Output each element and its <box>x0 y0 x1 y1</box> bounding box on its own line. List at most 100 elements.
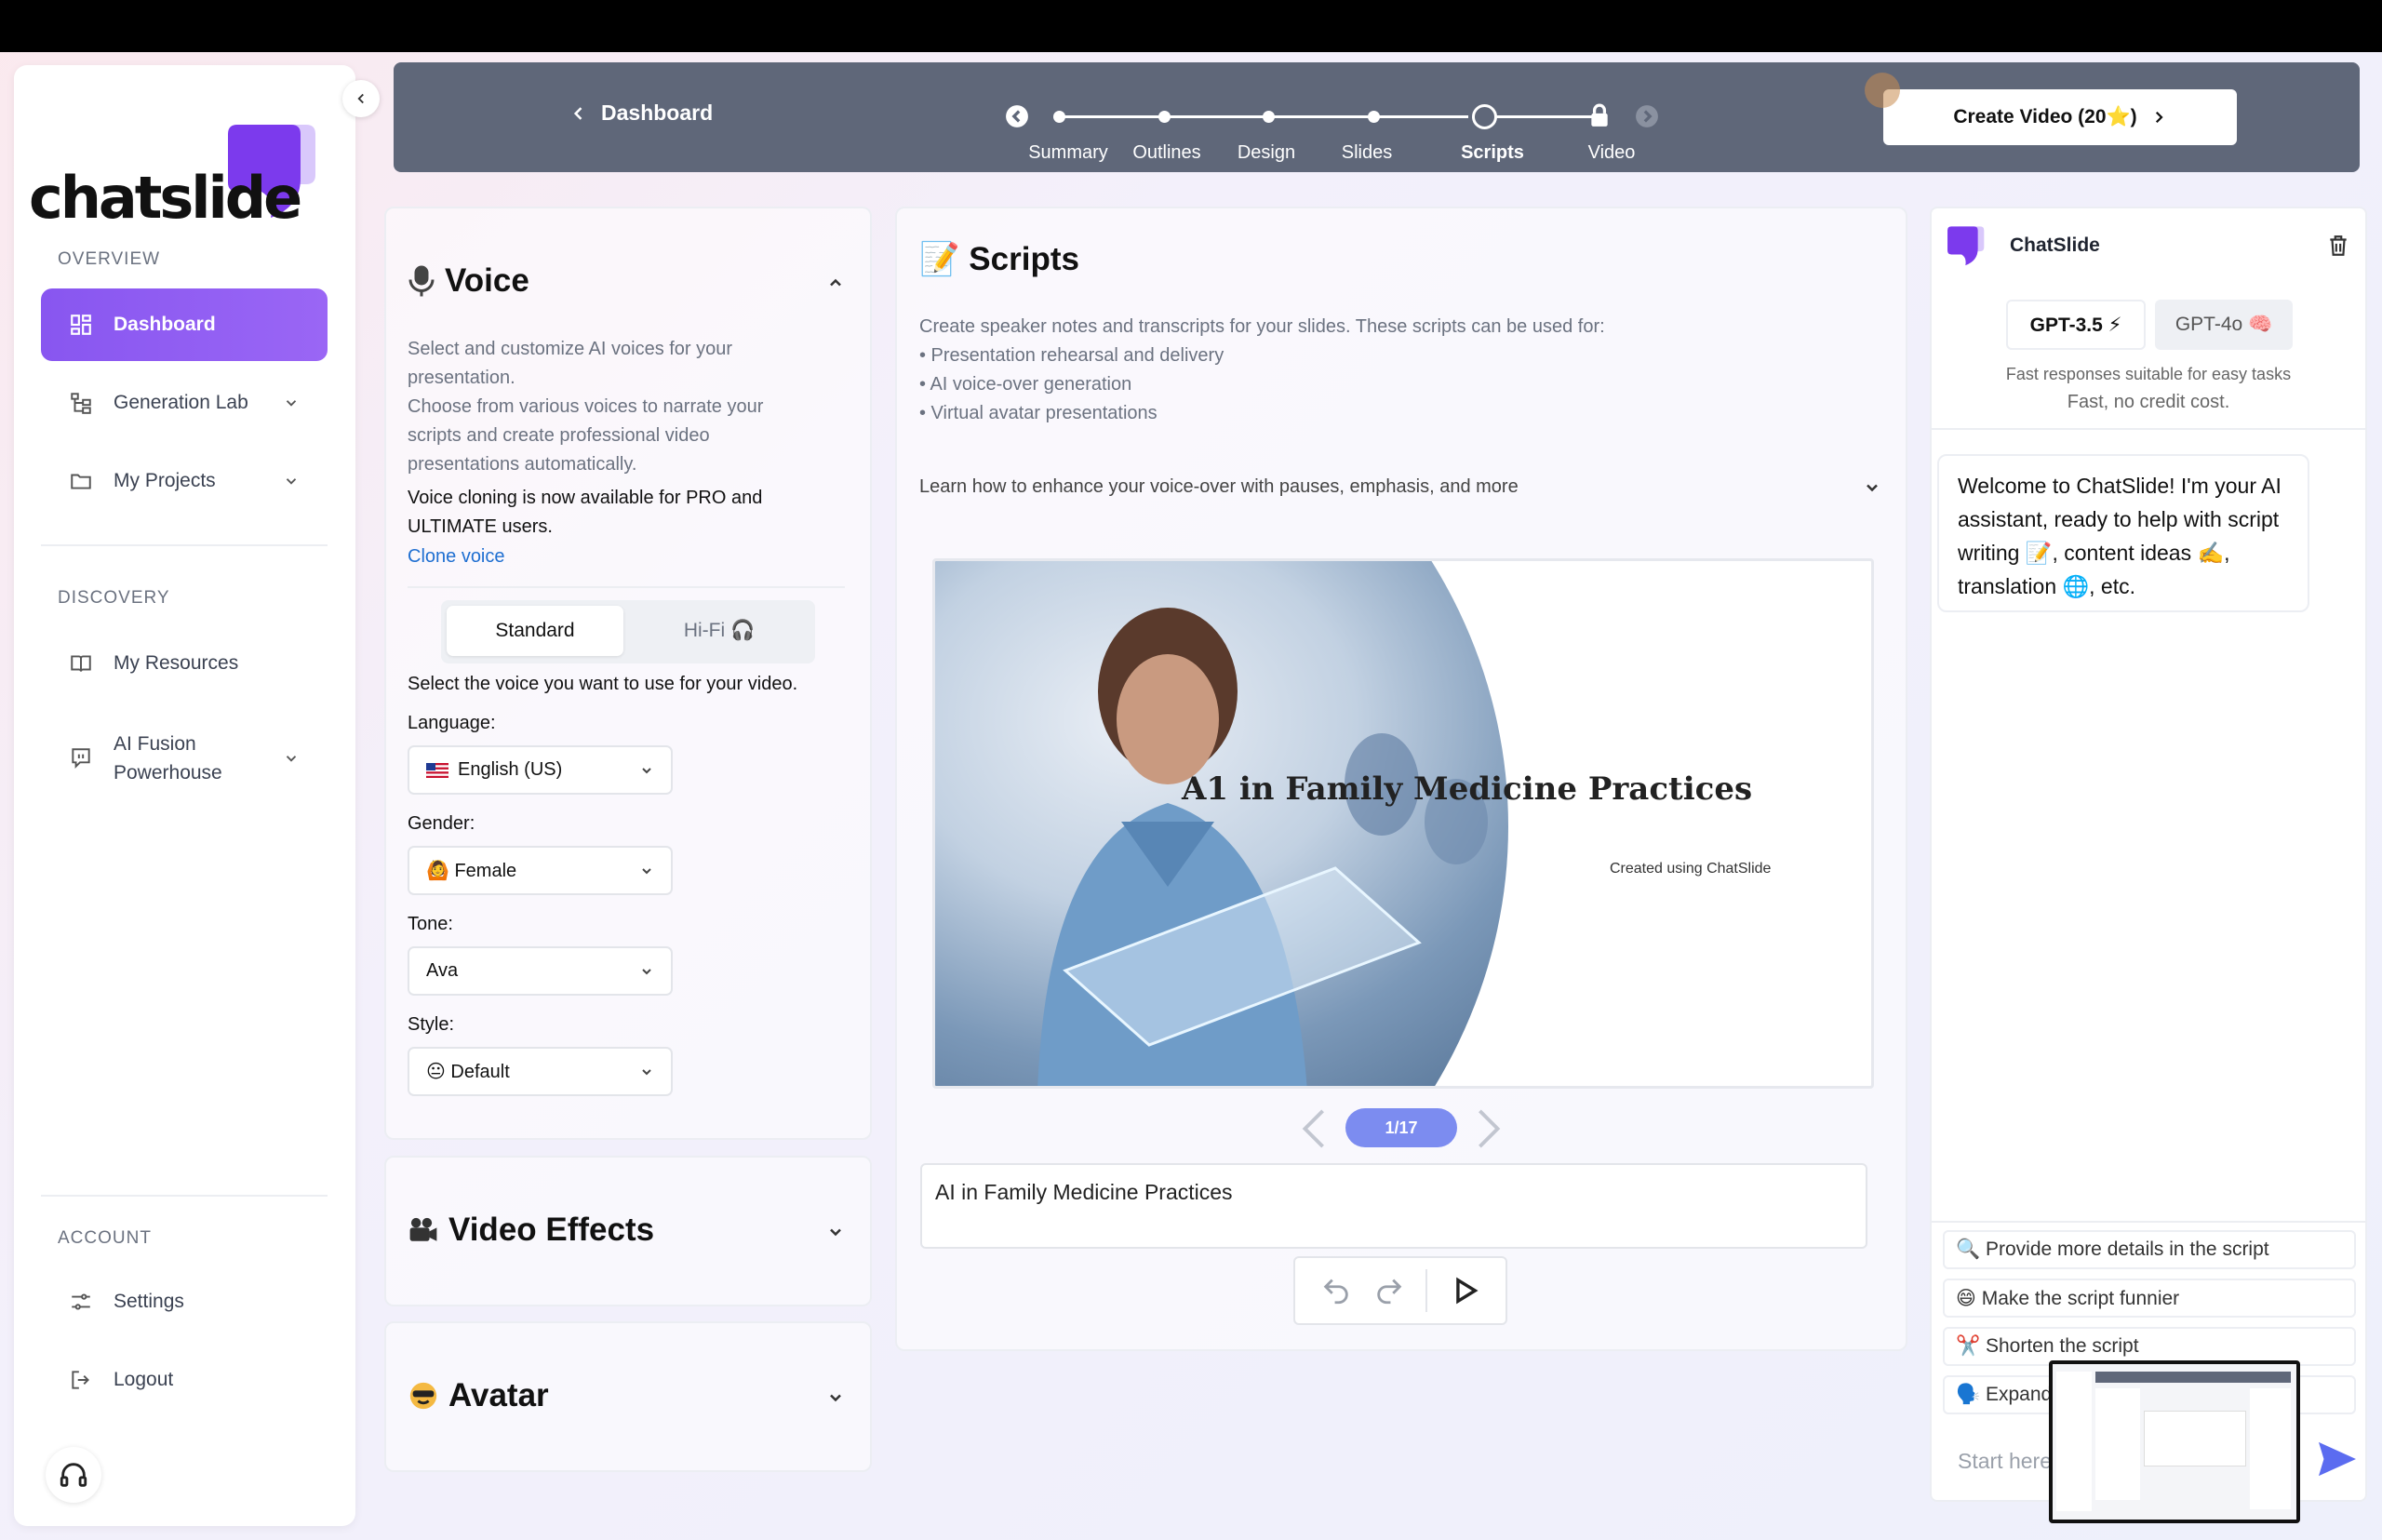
tab-hifi[interactable]: Hi-Fi 🎧 <box>631 606 808 656</box>
voice-description: Select and customize AI voices for your … <box>408 339 733 388</box>
suggestion-funnier[interactable]: 😄 Make the script funnier <box>1943 1279 2356 1318</box>
step-label-summary[interactable]: Summary <box>1028 142 1108 164</box>
redo-icon[interactable] <box>1373 1275 1405 1306</box>
doctor-illustration <box>1037 608 1488 1086</box>
model-gpt35-button[interactable]: GPT-3.5 ⚡ <box>2006 300 2146 350</box>
step-label-slides[interactable]: Slides <box>1342 142 1392 164</box>
step-label-design[interactable]: Design <box>1238 142 1295 164</box>
play-icon[interactable] <box>1449 1275 1480 1306</box>
style-select[interactable]: 😐 Default <box>408 1047 673 1096</box>
microphone-icon <box>408 265 435 297</box>
next-step-icon[interactable] <box>1635 104 1659 128</box>
clone-voice-link[interactable]: Clone voice <box>408 542 505 571</box>
style-label: Style: <box>408 1014 455 1035</box>
script-textarea[interactable]: AI in Family Medicine Practices <box>920 1163 1867 1249</box>
screen-recording-thumbnail[interactable] <box>2049 1360 2300 1523</box>
thumbnail-chat <box>2250 1388 2291 1509</box>
logo: chatslide <box>14 65 349 233</box>
step-dot-slides[interactable] <box>1368 111 1380 123</box>
model-gpt4o-button[interactable]: GPT-4o 🧠 <box>2155 300 2293 350</box>
sidebar-item-my-projects[interactable]: My Projects <box>41 445 328 517</box>
create-video-label: Create Video (20⭐) <box>1953 106 2137 127</box>
sidebar-item-label: Generation Lab <box>114 392 248 413</box>
next-slide-icon[interactable] <box>1476 1107 1502 1150</box>
tone-select[interactable]: Ava <box>408 946 673 996</box>
slide-background-image <box>935 561 1508 1086</box>
send-icon[interactable] <box>2317 1440 2358 1478</box>
voice-select-prompt: Select the voice you want to use for you… <box>408 674 798 694</box>
flow-icon <box>71 393 91 414</box>
camera-icon <box>409 1217 437 1241</box>
chevron-down-icon <box>286 478 297 485</box>
create-video-button[interactable]: Create Video (20⭐) <box>1883 89 2237 145</box>
divider <box>1932 428 2365 430</box>
sidebar-item-logout[interactable]: Logout <box>41 1344 328 1416</box>
lock-icon <box>1591 103 1608 127</box>
scripts-bullet: • Presentation rehearsal and delivery <box>919 345 1224 366</box>
sidebar-item-label: My Resources <box>114 652 239 674</box>
step-label-scripts[interactable]: Scripts <box>1461 142 1524 164</box>
trash-icon[interactable] <box>2326 233 2350 259</box>
support-button[interactable] <box>46 1447 101 1503</box>
sidebar-item-settings[interactable]: Settings <box>41 1265 328 1338</box>
step-label-outlines[interactable]: Outlines <box>1132 142 1200 164</box>
sidebar-item-generation-lab[interactable]: Generation Lab <box>41 367 328 439</box>
cursor-indicator <box>1865 73 1900 108</box>
sidebar-item-dashboard[interactable]: Dashboard <box>41 288 328 361</box>
gender-label: Gender: <box>408 813 475 834</box>
chevron-down-icon <box>642 1068 651 1075</box>
step-label-video[interactable]: Video <box>1588 142 1636 164</box>
gender-select[interactable]: 🙆 Female <box>408 846 673 895</box>
gender-value: 🙆 Female <box>426 861 517 881</box>
scripts-bullet: • AI voice-over generation <box>919 374 1132 395</box>
screen-top-bar <box>0 0 2382 52</box>
chevron-up-icon[interactable] <box>826 274 845 292</box>
thumbnail-panel <box>2095 1388 2140 1500</box>
style-value: 😐 Default <box>426 1062 510 1082</box>
chevron-down-icon[interactable] <box>1863 478 1881 497</box>
tone-label: Tone: <box>408 914 453 934</box>
tab-standard[interactable]: Standard <box>447 606 623 656</box>
step-dot-outlines[interactable] <box>1158 111 1171 123</box>
chevron-down-icon <box>286 756 297 762</box>
prev-slide-icon[interactable] <box>1301 1107 1327 1150</box>
step-dot-design[interactable] <box>1263 111 1275 123</box>
video-effects-title[interactable]: Video Effects <box>408 1212 654 1249</box>
scripts-bullet: • Virtual avatar presentations <box>919 403 1158 423</box>
voice-title[interactable]: Voice <box>408 262 529 300</box>
language-select[interactable]: English (US) <box>408 745 673 795</box>
language-value: English (US) <box>458 759 563 780</box>
undo-icon[interactable] <box>1320 1275 1352 1306</box>
slide-preview[interactable]: A1 in Family Medicine Practices Created … <box>932 558 1874 1089</box>
model-cost: Fast, no credit cost. <box>2067 392 2230 412</box>
chat-screen-icon <box>72 748 90 770</box>
avatar-title[interactable]: Avatar <box>408 1377 549 1414</box>
back-to-dashboard-button[interactable]: Dashboard <box>569 100 713 126</box>
chevron-down-icon[interactable] <box>826 1223 845 1241</box>
slide-credit: Created using ChatSlide <box>1610 861 1772 877</box>
step-dot-summary[interactable] <box>1053 111 1065 123</box>
prev-step-icon[interactable] <box>1005 104 1029 128</box>
discovery-label: DISCOVERY <box>58 588 170 608</box>
sidebar-item-label: Settings <box>114 1291 184 1312</box>
learn-more-toggle[interactable]: Learn how to enhance your voice-over wit… <box>919 473 1519 502</box>
us-flag-icon <box>426 762 448 778</box>
chevron-down-icon[interactable] <box>826 1388 845 1407</box>
headset-icon <box>60 1463 87 1487</box>
sidebar-item-label: My Projects <box>114 470 216 491</box>
divider <box>1932 1221 2365 1223</box>
book-icon <box>71 655 91 672</box>
sidebar-item-ai-fusion[interactable]: AI Fusion Powerhouse <box>41 716 328 800</box>
avatar-title-text: Avatar <box>448 1377 549 1413</box>
avatar-icon <box>409 1382 437 1410</box>
collapse-sidebar-button[interactable] <box>342 80 380 117</box>
grid-icon <box>71 315 91 335</box>
video-effects-title-text: Video Effects <box>448 1212 655 1248</box>
step-ring-scripts[interactable] <box>1472 104 1497 129</box>
voice-cloning-note: Voice cloning is now available for PRO a… <box>408 488 763 537</box>
chat-name: ChatSlide <box>2010 234 2100 256</box>
sidebar-item-my-resources[interactable]: My Resources <box>41 627 328 700</box>
voice-description-2: Choose from various voices to narrate yo… <box>408 396 764 475</box>
suggestion-more-details[interactable]: 🔍 Provide more details in the script <box>1943 1230 2356 1269</box>
sidebar: chatslide OVERVIEW Dashboard Generation … <box>14 65 355 1526</box>
